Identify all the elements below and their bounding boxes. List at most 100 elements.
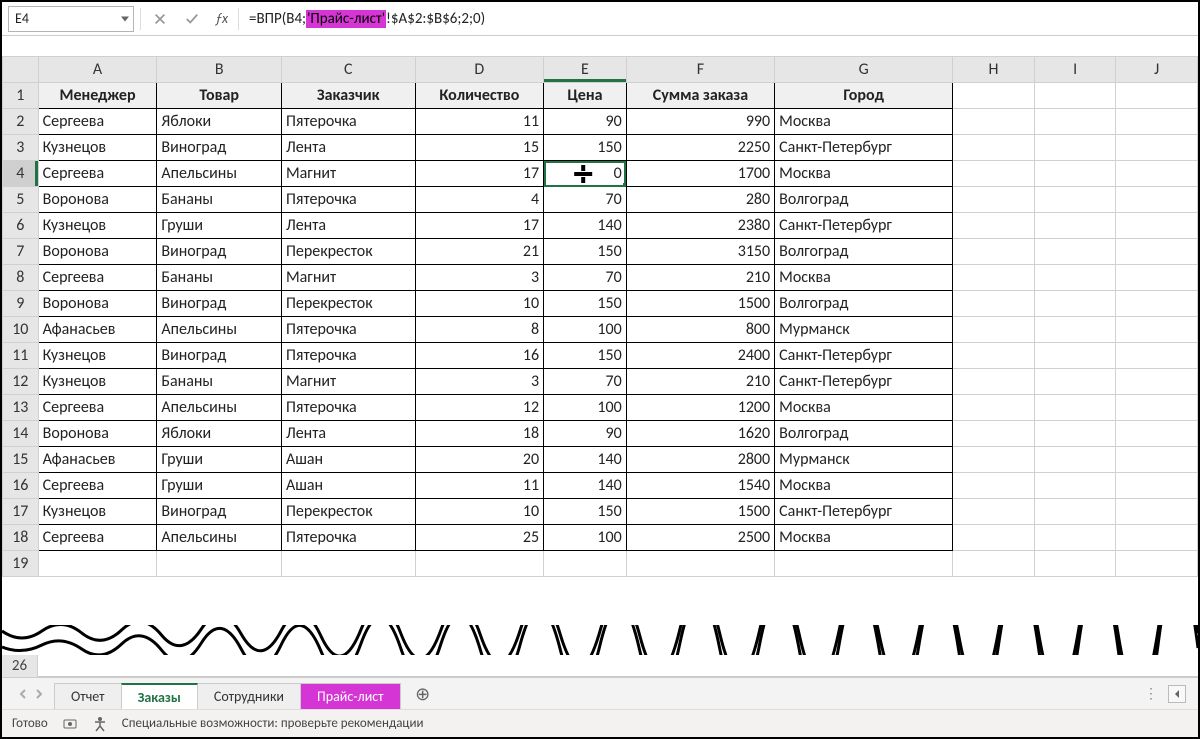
cell[interactable]: [1034, 109, 1116, 135]
cell[interactable]: Ашан: [281, 447, 415, 473]
cell[interactable]: [1116, 317, 1198, 343]
cell[interactable]: 1700: [626, 161, 774, 187]
cell[interactable]: Сумма заказа: [626, 83, 774, 109]
row-header[interactable]: 5: [3, 187, 39, 213]
row-header[interactable]: 15: [3, 447, 39, 473]
cell[interactable]: [1034, 369, 1116, 395]
cell[interactable]: Груши: [157, 447, 282, 473]
cell[interactable]: Москва: [775, 473, 953, 499]
cell[interactable]: [953, 525, 1035, 551]
cell[interactable]: Бананы: [157, 187, 282, 213]
cell[interactable]: Москва: [775, 525, 953, 551]
cell[interactable]: [157, 551, 282, 577]
cell[interactable]: [953, 317, 1035, 343]
cell[interactable]: [1116, 213, 1198, 239]
cell[interactable]: Город: [775, 83, 953, 109]
cell[interactable]: 2500: [626, 525, 774, 551]
cell[interactable]: [1116, 135, 1198, 161]
cell[interactable]: Пятерочка: [281, 187, 415, 213]
cell[interactable]: [1116, 265, 1198, 291]
cell[interactable]: [1034, 187, 1116, 213]
cell[interactable]: Апельсины: [157, 525, 282, 551]
cell[interactable]: Кузнецов: [38, 343, 157, 369]
cell[interactable]: [953, 343, 1035, 369]
cell[interactable]: 0: [544, 161, 627, 187]
cell[interactable]: 210: [626, 265, 774, 291]
cell[interactable]: 70: [544, 369, 627, 395]
cell[interactable]: 70: [544, 265, 627, 291]
cell[interactable]: 150: [544, 135, 627, 161]
cell[interactable]: Магнит: [281, 265, 415, 291]
cell[interactable]: 100: [544, 317, 627, 343]
cell[interactable]: [953, 473, 1035, 499]
column-header[interactable]: G: [775, 57, 953, 83]
column-header[interactable]: H: [953, 57, 1035, 83]
row-header[interactable]: 14: [3, 421, 39, 447]
cell[interactable]: Москва: [775, 265, 953, 291]
row-header[interactable]: 11: [3, 343, 39, 369]
row-header[interactable]: 19: [3, 551, 39, 577]
cell[interactable]: 20: [415, 447, 544, 473]
cell[interactable]: Пятерочка: [281, 343, 415, 369]
name-box[interactable]: E4: [8, 6, 134, 32]
macro-record-icon[interactable]: [62, 716, 78, 732]
row-header[interactable]: 9: [3, 291, 39, 317]
cell[interactable]: 18: [415, 421, 544, 447]
cell[interactable]: Лента: [281, 135, 415, 161]
cell[interactable]: Заказчик: [281, 83, 415, 109]
cell[interactable]: [953, 291, 1035, 317]
row-header[interactable]: 16: [3, 473, 39, 499]
cell[interactable]: [1034, 551, 1116, 577]
cell[interactable]: [1116, 551, 1198, 577]
cell[interactable]: Воронова: [38, 421, 157, 447]
cell[interactable]: [953, 551, 1035, 577]
cell[interactable]: Воронова: [38, 239, 157, 265]
worksheet-grid[interactable]: ABCDEFGHIJ1МенеджерТоварЗаказчикКоличест…: [2, 56, 1198, 625]
cell[interactable]: 11: [415, 109, 544, 135]
cell[interactable]: 16: [415, 343, 544, 369]
cell[interactable]: 8: [415, 317, 544, 343]
cell[interactable]: [1116, 525, 1198, 551]
cell[interactable]: Апельсины: [157, 161, 282, 187]
cell[interactable]: [953, 447, 1035, 473]
cell[interactable]: [1034, 447, 1116, 473]
cell[interactable]: Сергеева: [38, 265, 157, 291]
cell[interactable]: [953, 109, 1035, 135]
cell[interactable]: [281, 551, 415, 577]
cell[interactable]: 15: [415, 135, 544, 161]
cell[interactable]: 140: [544, 213, 627, 239]
cell[interactable]: [953, 369, 1035, 395]
cell[interactable]: 140: [544, 447, 627, 473]
row-header[interactable]: 1: [3, 83, 39, 109]
cell[interactable]: [1034, 525, 1116, 551]
cell[interactable]: 1500: [626, 499, 774, 525]
cell[interactable]: 100: [544, 395, 627, 421]
row-header[interactable]: 3: [3, 135, 39, 161]
cell[interactable]: Кузнецов: [38, 369, 157, 395]
cell[interactable]: [1034, 421, 1116, 447]
cell[interactable]: [1034, 161, 1116, 187]
cell[interactable]: [1034, 135, 1116, 161]
accept-formula-button[interactable]: [179, 6, 205, 32]
cell[interactable]: [1034, 473, 1116, 499]
column-header[interactable]: A: [38, 57, 157, 83]
cell[interactable]: Перекресток: [281, 239, 415, 265]
cell[interactable]: 2380: [626, 213, 774, 239]
cell[interactable]: Магнит: [281, 161, 415, 187]
cell[interactable]: Кузнецов: [38, 135, 157, 161]
cell[interactable]: Сергеева: [38, 161, 157, 187]
cell[interactable]: [953, 395, 1035, 421]
cell[interactable]: [1034, 265, 1116, 291]
cell[interactable]: [1034, 343, 1116, 369]
cell[interactable]: 2800: [626, 447, 774, 473]
cell[interactable]: [953, 265, 1035, 291]
row-header[interactable]: 18: [3, 525, 39, 551]
chevron-right-icon[interactable]: [34, 689, 44, 699]
cell[interactable]: Виноград: [157, 291, 282, 317]
row-header[interactable]: 17: [3, 499, 39, 525]
cell[interactable]: 1200: [626, 395, 774, 421]
column-header[interactable]: C: [281, 57, 415, 83]
column-header[interactable]: D: [415, 57, 544, 83]
cell[interactable]: 990: [626, 109, 774, 135]
cell[interactable]: 150: [544, 239, 627, 265]
